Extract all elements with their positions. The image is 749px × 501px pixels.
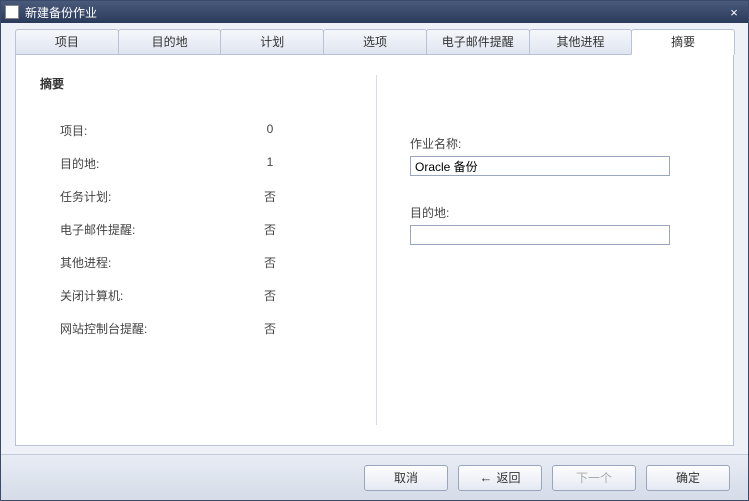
tab-options[interactable]: 选项 [323, 29, 427, 55]
destination-input[interactable] [410, 225, 670, 245]
tab-project[interactable]: 项目 [15, 29, 119, 55]
summary-label: 网站控制台提醒: [60, 320, 220, 337]
summary-value: 0 [220, 122, 320, 139]
summary-value: 否 [220, 221, 320, 238]
summary-row-shutdown: 关闭计算机: 否 [40, 279, 350, 312]
summary-row-web-console: 网站控制台提醒: 否 [40, 312, 350, 345]
content-panel: 摘要 项目: 0 目的地: 1 任务计划: 否 电子邮件提醒: 否 其他进程: … [15, 55, 734, 446]
summary-value: 否 [220, 188, 320, 205]
summary-value: 否 [220, 287, 320, 304]
arrow-left-icon: ← [479, 471, 492, 484]
summary-row-schedule: 任务计划: 否 [40, 180, 350, 213]
summary-label: 目的地: [60, 155, 220, 172]
ok-button[interactable]: 确定 [646, 465, 730, 491]
tab-schedule[interactable]: 计划 [220, 29, 324, 55]
cancel-button[interactable]: 取消 [364, 465, 448, 491]
cancel-button-label: 取消 [394, 469, 418, 486]
summary-label: 电子邮件提醒: [60, 221, 220, 238]
summary-label: 任务计划: [60, 188, 220, 205]
next-button: 下一个 [552, 465, 636, 491]
ok-button-label: 确定 [676, 469, 700, 486]
tab-email-reminder[interactable]: 电子邮件提醒 [426, 29, 530, 55]
summary-label: 关闭计算机: [60, 287, 220, 304]
field-destination: 目的地: [410, 204, 709, 245]
summary-label: 项目: [60, 122, 220, 139]
summary-row-destination: 目的地: 1 [40, 147, 350, 180]
back-button-label: 返回 [496, 469, 520, 486]
next-button-label: 下一个 [576, 469, 612, 486]
form-column: 作业名称: 目的地: [360, 75, 709, 435]
summary-row-project: 项目: 0 [40, 114, 350, 147]
field-job-name: 作业名称: [410, 135, 709, 176]
button-bar: 取消 ← 返回 下一个 确定 [1, 454, 748, 500]
back-button[interactable]: ← 返回 [458, 465, 542, 491]
app-icon [5, 5, 19, 19]
titlebar: 新建备份作业 × [1, 1, 748, 23]
tab-summary[interactable]: 摘要 [631, 29, 735, 55]
job-name-label: 作业名称: [410, 135, 709, 152]
summary-value: 否 [220, 254, 320, 271]
tab-other-process[interactable]: 其他进程 [529, 29, 633, 55]
tab-strip: 项目 目的地 计划 选项 电子邮件提醒 其他进程 摘要 [1, 23, 748, 55]
summary-row-other-process: 其他进程: 否 [40, 246, 350, 279]
tab-destination[interactable]: 目的地 [118, 29, 222, 55]
close-icon[interactable]: × [724, 5, 744, 20]
summary-value: 1 [220, 155, 320, 172]
summary-value: 否 [220, 320, 320, 337]
window-title: 新建备份作业 [25, 4, 724, 21]
job-name-input[interactable] [410, 156, 670, 176]
dialog-window: 新建备份作业 × 项目 目的地 计划 选项 电子邮件提醒 其他进程 摘要 摘要 … [0, 0, 749, 501]
destination-label: 目的地: [410, 204, 709, 221]
summary-row-email: 电子邮件提醒: 否 [40, 213, 350, 246]
vertical-divider [376, 75, 377, 425]
summary-label: 其他进程: [60, 254, 220, 271]
summary-column: 摘要 项目: 0 目的地: 1 任务计划: 否 电子邮件提醒: 否 其他进程: … [40, 75, 360, 435]
summary-heading: 摘要 [40, 75, 350, 92]
